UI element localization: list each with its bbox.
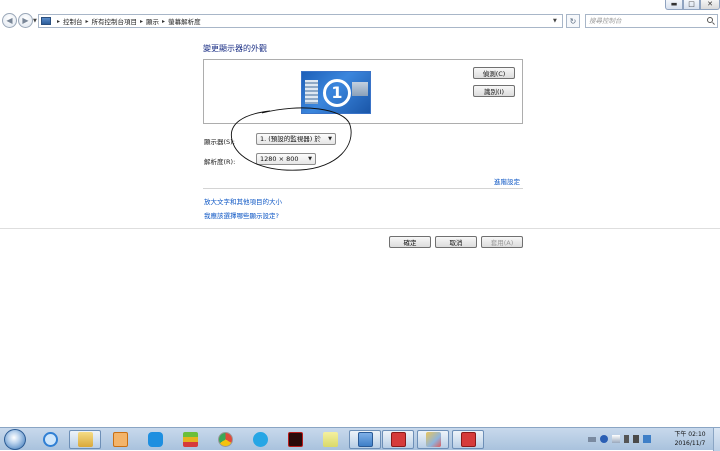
show-hidden-icons[interactable] — [624, 435, 629, 443]
detect-button[interactable]: 偵測(C) — [473, 67, 515, 79]
resolution-select-value: 1280 × 800 — [260, 155, 299, 163]
ie-icon — [42, 432, 58, 447]
kf-app-icon — [287, 432, 303, 447]
start-button[interactable] — [4, 429, 26, 450]
red-app-icon — [390, 432, 406, 447]
monitor-number: 1 — [323, 79, 351, 107]
dropdown-arrow-icon[interactable]: ▼ — [308, 154, 312, 164]
forward-button[interactable]: ▶ — [18, 13, 33, 28]
u-app-icon — [252, 432, 268, 447]
taskbar-arrow-app[interactable] — [139, 430, 171, 449]
taskbar-bluestacks[interactable] — [174, 430, 206, 449]
monitor-1-icon[interactable]: 1 — [301, 71, 371, 114]
which-settings-link[interactable]: 我應該選擇哪些顯示設定? — [204, 210, 279, 220]
back-button[interactable]: ◀ — [2, 13, 17, 28]
footer-divider — [0, 228, 720, 229]
address-bar[interactable]: ▸ 控制台 ▸ 所有控制台項目 ▸ 顯示 ▸ 螢幕解析度 — [38, 14, 563, 28]
taskbar-explorer[interactable] — [69, 430, 101, 449]
control-panel-icon — [41, 17, 51, 25]
display-tray-icon[interactable] — [643, 435, 651, 443]
text-size-link[interactable]: 放大文字和其他項目的大小 — [204, 196, 282, 206]
breadcrumb-all-items[interactable]: 所有控制台項目 — [92, 16, 138, 26]
chevron-right-icon[interactable]: ▸ — [162, 18, 165, 25]
section-divider — [203, 188, 523, 189]
display-settings-icon — [357, 432, 373, 447]
taskbar-chrome[interactable] — [209, 430, 241, 449]
keyboard-icon[interactable] — [588, 436, 596, 442]
taskbar-kf-app[interactable] — [279, 430, 311, 449]
navigation-bar: ◀ ▶ ▼ ▸ 控制台 ▸ 所有控制台項目 ▸ 顯示 ▸ 螢幕解析度 ▼ ↻ 搜… — [0, 10, 720, 32]
chevron-right-icon[interactable]: ▸ — [140, 18, 143, 25]
clock[interactable]: 下午 02:10 2016/11/7 — [670, 430, 710, 448]
apply-button[interactable]: 套用(A) — [481, 236, 523, 248]
volume-icon[interactable] — [633, 435, 639, 443]
taskbar-media[interactable] — [104, 430, 136, 449]
refresh-button[interactable]: ↻ — [566, 14, 580, 28]
cancel-button[interactable]: 取消 — [435, 236, 477, 248]
network-icon[interactable] — [612, 435, 620, 443]
arrow-app-icon — [147, 432, 163, 447]
search-icon[interactable] — [707, 17, 713, 23]
taskbar-u-app[interactable] — [244, 430, 276, 449]
display-select[interactable]: 1. (預設的監視器) 於 ▼ — [256, 133, 336, 145]
resolution-label: 解析度(R): — [204, 158, 236, 166]
dropdown-arrow-icon[interactable]: ▼ — [328, 134, 332, 144]
show-desktop-button[interactable] — [713, 428, 720, 451]
breadcrumb-display[interactable]: 顯示 — [146, 16, 159, 26]
breadcrumb-control-panel[interactable]: 控制台 — [63, 16, 83, 26]
search-input[interactable]: 搜尋控制台 — [585, 14, 718, 28]
display-label: 顯示器(S): — [204, 138, 235, 146]
chrome-icon — [217, 432, 233, 447]
help-icon[interactable] — [600, 435, 608, 443]
media-player-icon — [112, 432, 128, 447]
taskbar: 下午 02:10 2016/11/7 — [0, 427, 720, 451]
taskbar-red-app-2[interactable] — [452, 430, 484, 449]
page-title: 變更顯示器的外觀 — [203, 44, 267, 53]
resolution-select[interactable]: 1280 × 800 ▼ — [256, 153, 316, 165]
advanced-settings-link[interactable]: 進階設定 — [494, 176, 520, 186]
bluestacks-icon — [182, 432, 198, 447]
paint-icon — [425, 432, 441, 447]
taskbar-ie[interactable] — [34, 430, 66, 449]
maximize-button[interactable]: □ — [683, 0, 700, 10]
close-button[interactable]: ✕ — [700, 0, 720, 10]
clock-time: 下午 02:10 — [674, 431, 706, 438]
minimize-button[interactable]: ▬ — [665, 0, 683, 10]
taskbar-paint[interactable] — [417, 430, 449, 449]
ok-button[interactable]: 確定 — [389, 236, 431, 248]
desktop-thumbnail-left — [305, 80, 318, 104]
chevron-right-icon[interactable]: ▸ — [86, 18, 89, 25]
identify-button[interactable]: 識別(I) — [473, 85, 515, 97]
recent-pages-chevron-icon[interactable]: ▼ — [33, 18, 37, 24]
display-select-value: 1. (預設的監視器) 於 — [260, 135, 321, 143]
address-dropdown-icon[interactable]: ▼ — [553, 18, 557, 24]
taskbar-folder-app[interactable] — [314, 430, 346, 449]
explorer-icon — [77, 432, 93, 447]
taskbar-red-app-1[interactable] — [382, 430, 414, 449]
control-panel-window: ▬ □ ✕ ◀ ▶ ▼ ▸ 控制台 ▸ 所有控制台項目 ▸ 顯示 ▸ 螢幕解析度… — [0, 0, 720, 427]
chevron-right-icon[interactable]: ▸ — [57, 18, 60, 25]
clock-date: 2016/11/7 — [674, 440, 706, 447]
folder-app-icon — [322, 432, 338, 447]
taskbar-display-settings[interactable] — [349, 430, 381, 449]
desktop-thumbnail-right — [352, 82, 368, 96]
red-app-icon — [460, 432, 476, 447]
system-tray — [588, 431, 668, 447]
breadcrumb-screen-resolution[interactable]: 螢幕解析度 — [168, 16, 201, 26]
